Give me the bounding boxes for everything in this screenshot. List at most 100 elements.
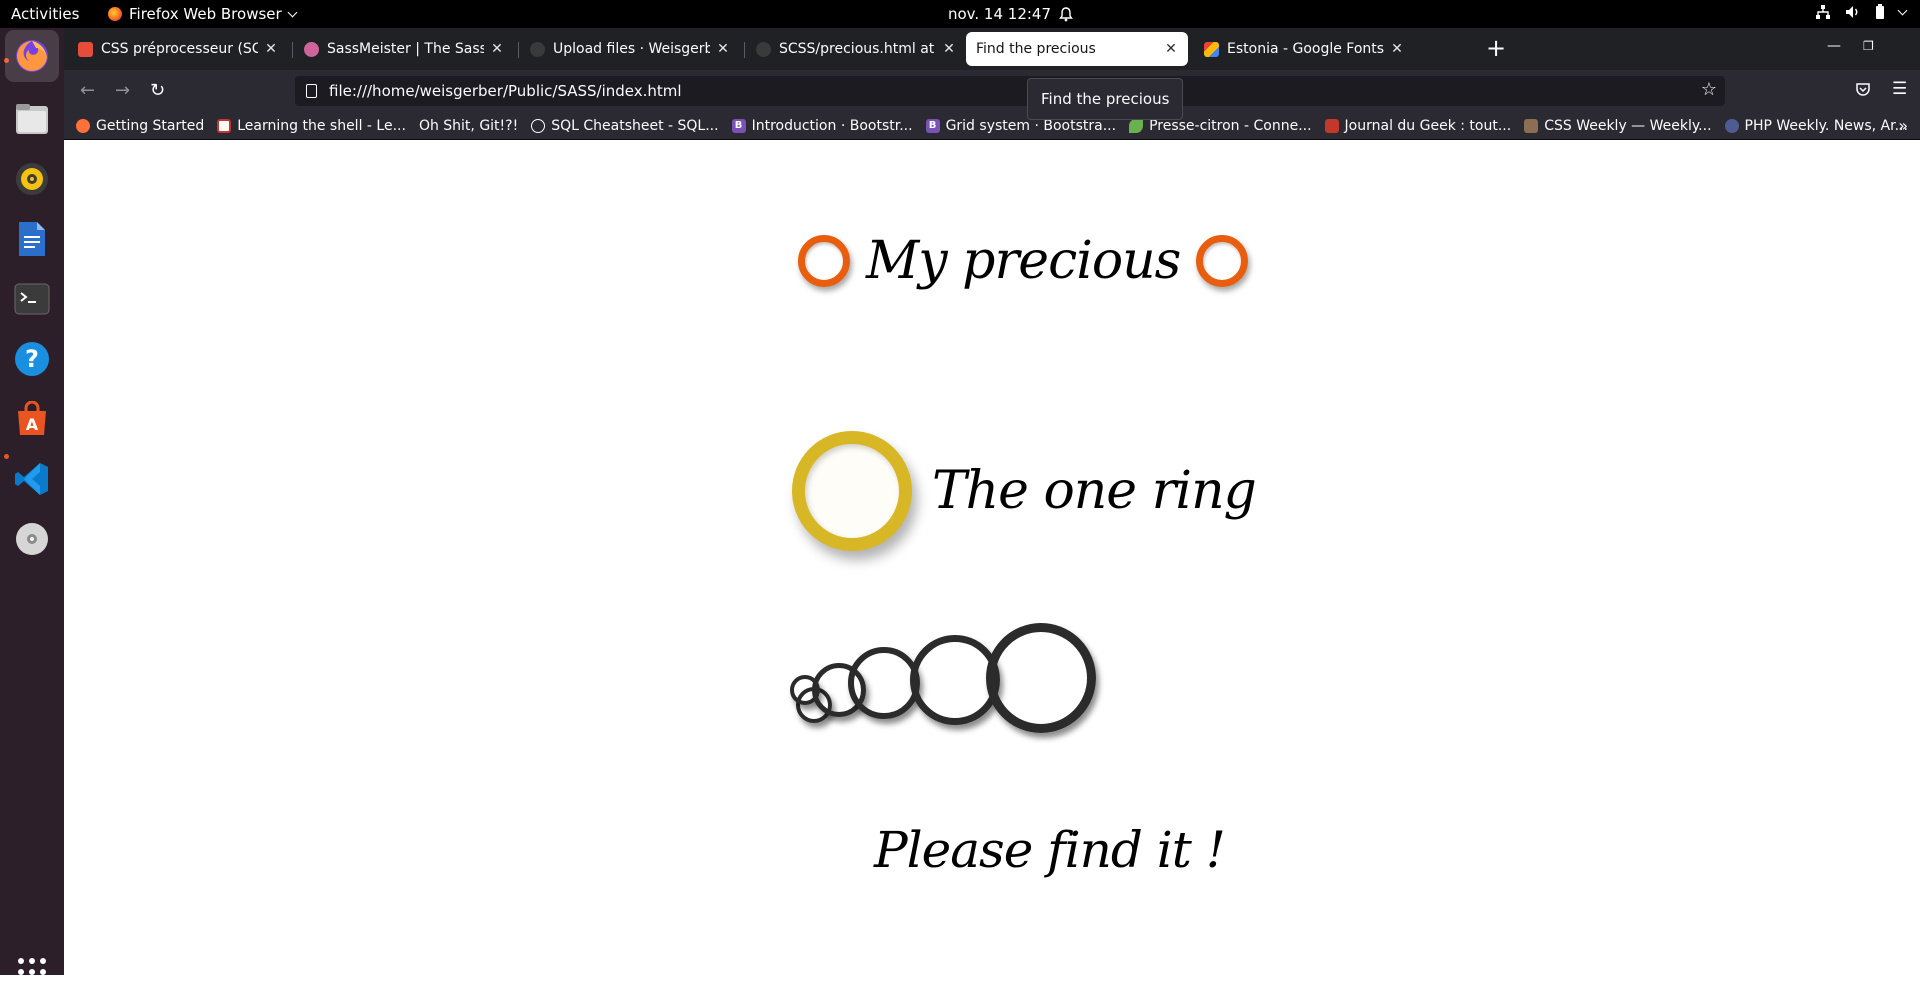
new-tab-button[interactable]: + [1486, 36, 1506, 60]
tab-title: SCSS/precious.html at main [779, 41, 936, 57]
close-icon[interactable]: ✕ [490, 41, 504, 57]
chevron-down-icon [1897, 5, 1908, 15]
bookmark-item[interactable]: CSS Weekly — Weekly... [1524, 117, 1712, 134]
bookmark-label: Learning the shell - Le... [237, 117, 406, 134]
gold-ring-icon [792, 431, 912, 551]
pocket-icon[interactable] [1855, 82, 1871, 98]
close-icon[interactable]: ✕ [1390, 41, 1404, 57]
tab[interactable]: SassMeister | The Sass Playground ✕ [294, 32, 514, 66]
github-icon [530, 41, 545, 57]
datetime-label: nov. 14 12:47 [948, 5, 1052, 23]
heading-line: My precious [798, 231, 1249, 291]
bookmark-label: CSS Weekly — Weekly... [1544, 117, 1712, 134]
tab[interactable]: SCSS/precious.html at main ✕ [746, 32, 966, 66]
minimize-icon[interactable]: — [1827, 38, 1841, 54]
page-subheading: The one ring [932, 461, 1257, 521]
close-icon[interactable]: ✕ [264, 41, 278, 57]
help-icon[interactable]: ? [11, 338, 53, 380]
bookmark-label: Introduction · Bootstr... [751, 117, 913, 134]
page-heading: My precious [866, 231, 1181, 291]
close-icon[interactable]: ✕ [716, 41, 730, 57]
bookmark-item[interactable]: Getting Started [76, 118, 204, 134]
bookmark-item[interactable]: B Introduction · Bootstr... [731, 117, 913, 134]
page-icon [306, 84, 317, 98]
chevron-down-icon [287, 7, 298, 17]
tab-title: CSS préprocesseur (SCSS) [101, 41, 258, 57]
footer-line: Please find it ! [874, 821, 1226, 879]
system-tray[interactable] [1815, 4, 1908, 20]
github-icon [756, 41, 771, 57]
firefox-icon [76, 118, 90, 133]
bookmark-item[interactable]: Learning the shell - Le... [217, 118, 406, 134]
close-icon[interactable]: ✕ [942, 41, 956, 57]
forward-arrow-icon[interactable]: → [115, 80, 130, 101]
tab-favicon [304, 41, 319, 57]
disc-icon[interactable] [11, 518, 53, 560]
svg-text:?: ? [25, 345, 39, 373]
menu-icon[interactable]: ☰ [1892, 79, 1907, 99]
bookmark-favicon [1324, 118, 1339, 133]
bookmark-star-icon[interactable]: ☆ [1701, 79, 1717, 100]
chevron-more-icon[interactable]: » [1898, 116, 1908, 135]
app-menu-label: Firefox Web Browser [129, 5, 282, 23]
files-icon[interactable] [11, 98, 53, 140]
dock: ? A [0, 28, 64, 986]
leaf-icon [1129, 118, 1144, 133]
bootstrap-icon: B [925, 118, 940, 133]
tab[interactable]: CSS préprocesseur (SCSS) ✕ [68, 32, 288, 66]
firefox-small-icon [108, 7, 122, 21]
tab-title: SassMeister | The Sass Playground [327, 41, 484, 57]
firefox-icon[interactable] [5, 30, 59, 82]
ring-chain [790, 623, 1096, 751]
libreoffice-writer-icon[interactable] [11, 218, 53, 260]
orange-ring-icon [1196, 235, 1249, 287]
clock[interactable]: nov. 14 12:47 [948, 5, 1073, 23]
bootstrap-icon: B [731, 118, 746, 133]
volume-icon [1846, 6, 1858, 18]
activities-button[interactable]: Activities [11, 5, 79, 23]
dark-ring-icon [986, 623, 1096, 733]
bookmark-item[interactable]: SQL Cheatsheet - SQL... [531, 118, 719, 134]
back-arrow-icon[interactable]: ← [80, 80, 95, 101]
page-content: My precious The one ring Please find it … [64, 141, 1920, 975]
tab-tooltip: Find the precious [1027, 78, 1184, 120]
tab-favicon [78, 41, 93, 57]
url-bar[interactable]: file:///home/weisgerber/Public/SASS/inde… [295, 76, 1725, 106]
bookmark-item[interactable]: Oh Shit, Git!?! [419, 118, 518, 134]
system-top-bar: Activities Firefox Web Browser nov. 14 1… [0, 0, 1920, 28]
tab-title: Upload files · Weisgerber [553, 41, 710, 57]
bookmark-favicon [1524, 118, 1539, 133]
bookmark-label: Journal du Geek : tout... [1344, 117, 1512, 134]
vscode-icon[interactable] [11, 458, 53, 500]
tab-separator [292, 42, 293, 58]
bookmark-item[interactable]: Journal du Geek : tout... [1324, 117, 1512, 134]
bookmarks-toolbar: Getting Started Learning the shell - Le.… [64, 112, 1920, 140]
bell-icon [1059, 6, 1073, 21]
subheading-line: The one ring [792, 431, 1257, 551]
page-footer-text: Please find it ! [874, 821, 1226, 879]
google-fonts-icon [1204, 41, 1219, 57]
close-icon[interactable]: ✕ [1164, 41, 1178, 57]
reload-icon[interactable]: ↻ [150, 80, 165, 101]
show-applications-icon[interactable] [18, 958, 46, 986]
restore-icon[interactable]: ❐ [1863, 39, 1874, 53]
navigation-toolbar: ← → ↻ file:///home/weisgerber/Public/SAS… [64, 70, 1920, 112]
svg-text:A: A [26, 415, 39, 434]
tab-active[interactable]: Find the precious ✕ [966, 32, 1188, 66]
tab-bar: CSS préprocesseur (SCSS) ✕ SassMeister |… [64, 28, 1920, 70]
bookmark-item[interactable]: PHP Weekly. News, Ar... [1724, 117, 1908, 134]
battery-icon [1876, 4, 1884, 19]
app-center-icon[interactable]: A [11, 398, 53, 440]
bookmark-label: PHP Weekly. News, Ar... [1744, 117, 1908, 134]
tab[interactable]: Upload files · Weisgerber ✕ [520, 32, 740, 66]
tab[interactable]: Estonia - Google Fonts ✕ [1194, 32, 1414, 66]
globe-icon [531, 118, 546, 133]
bookmark-favicon [217, 118, 232, 133]
app-menu[interactable]: Firefox Web Browser [108, 5, 298, 23]
tab-title: Find the precious [976, 41, 1096, 57]
terminal-icon[interactable] [11, 278, 53, 320]
tab-title: Estonia - Google Fonts [1227, 41, 1384, 57]
orange-ring-icon [798, 235, 850, 287]
tab-separator [744, 42, 745, 58]
rhythmbox-icon[interactable] [11, 158, 53, 200]
